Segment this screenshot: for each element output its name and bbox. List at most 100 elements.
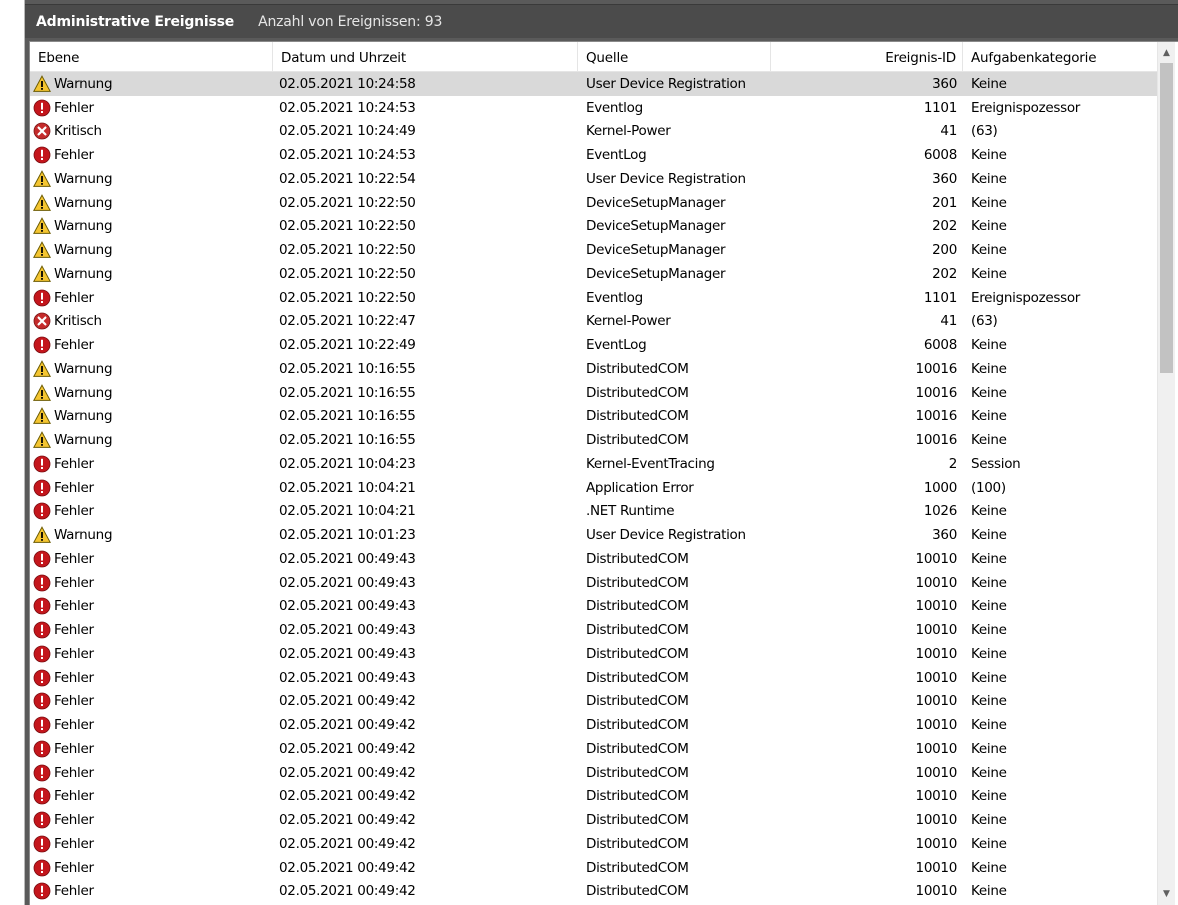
- cell-category: Keine: [971, 75, 1007, 92]
- table-row[interactable]: Warnung 02.05.2021 10:22:50 DeviceSetupMan…: [30, 238, 1157, 262]
- warning-icon: [33, 360, 51, 378]
- cell-source: DistributedCOM: [586, 432, 689, 449]
- cell-category: Keine: [971, 693, 1007, 710]
- table-row[interactable]: Fehler 02.05.2021 00:49:43 DistributedCOM 1…: [30, 595, 1157, 619]
- table-row[interactable]: Fehler 02.05.2021 00:49:42 DistributedCOM 1…: [30, 761, 1157, 785]
- cell-category: (100): [971, 479, 1006, 496]
- cell-category: (63): [971, 313, 998, 330]
- cell-category: Keine: [971, 574, 1007, 591]
- column-header-date[interactable]: Datum und Uhrzeit: [273, 42, 578, 72]
- cell-level: Warnung: [30, 75, 273, 93]
- table-row[interactable]: Fehler 02.05.2021 00:49:42 DistributedCOM 1…: [30, 737, 1157, 761]
- cell-category: Keine: [971, 645, 1007, 662]
- cell-date: 02.05.2021 00:49:43: [279, 598, 416, 615]
- table-row[interactable]: Warnung 02.05.2021 10:01:23 User Device Re…: [30, 523, 1157, 547]
- table-row[interactable]: Warnung 02.05.2021 10:22:50 DeviceSetupMan…: [30, 215, 1157, 239]
- level-label: Fehler: [54, 147, 94, 164]
- cell-level: Fehler: [30, 502, 273, 520]
- error-icon: [33, 597, 51, 615]
- error-icon: [33, 882, 51, 900]
- table-row[interactable]: Fehler 02.05.2021 10:24:53 EventLog 6008 Kei…: [30, 143, 1157, 167]
- column-header-level[interactable]: Ebene: [30, 42, 273, 72]
- level-label: Fehler: [54, 717, 94, 734]
- table-row[interactable]: Warnung 02.05.2021 10:16:55 DistributedCOM…: [30, 357, 1157, 381]
- level-label: Warnung: [54, 360, 113, 377]
- cell-source: EventLog: [586, 337, 647, 354]
- table-row[interactable]: Fehler 02.05.2021 10:22:50 Eventlog 1101 Ere…: [30, 286, 1157, 310]
- table-row[interactable]: Fehler 02.05.2021 00:49:43 DistributedCOM 1…: [30, 547, 1157, 571]
- cell-source: DistributedCOM: [586, 693, 689, 710]
- table-row[interactable]: Fehler 02.05.2021 00:49:42 DistributedCOM 1…: [30, 832, 1157, 856]
- table-row[interactable]: Fehler 02.05.2021 00:49:42 DistributedCOM 1…: [30, 880, 1157, 904]
- table-row[interactable]: Fehler 02.05.2021 00:49:43 DistributedCOM 1…: [30, 666, 1157, 690]
- table-row[interactable]: Fehler 02.05.2021 10:22:49 EventLog 6008 Kei…: [30, 333, 1157, 357]
- table-row[interactable]: Warnung 02.05.2021 10:22:54 User Device Re…: [30, 167, 1157, 191]
- cell-event-id: 360: [932, 75, 957, 92]
- level-label: Kritisch: [54, 313, 102, 330]
- error-icon: [33, 692, 51, 710]
- warning-icon: [33, 431, 51, 449]
- table-row[interactable]: Fehler 02.05.2021 00:49:42 DistributedCOM 1…: [30, 856, 1157, 880]
- cell-event-id: 10010: [915, 788, 958, 805]
- table-row[interactable]: Fehler 02.05.2021 00:49:42 DistributedCOM 1…: [30, 785, 1157, 809]
- scroll-down-icon[interactable]: ▼: [1158, 885, 1175, 902]
- panel-title-bar: Administrative Ereignisse Anzahl von Ere…: [25, 4, 1178, 38]
- cell-category: Keine: [971, 242, 1007, 259]
- cell-category: Keine: [971, 859, 1007, 876]
- cell-level: Fehler: [30, 550, 273, 568]
- cell-level: Fehler: [30, 787, 273, 805]
- cell-category: Keine: [971, 194, 1007, 211]
- error-icon: [33, 574, 51, 592]
- table-row[interactable]: Fehler 02.05.2021 10:04:21 Application Err…: [30, 476, 1157, 500]
- cell-event-id: 202: [932, 218, 957, 235]
- cell-category: Session: [971, 455, 1021, 472]
- table-row[interactable]: Warnung 02.05.2021 10:22:50 DeviceSetupMan…: [30, 262, 1157, 286]
- scrollbar-thumb[interactable]: [1160, 63, 1173, 373]
- cell-event-id: 10010: [915, 812, 958, 829]
- cell-event-id: 1101: [923, 289, 957, 306]
- cell-date: 02.05.2021 10:22:50: [279, 218, 416, 235]
- cell-level: Fehler: [30, 692, 273, 710]
- column-header-source[interactable]: Quelle: [578, 42, 771, 72]
- table-row[interactable]: Warnung 02.05.2021 10:24:58 User Device Re…: [30, 72, 1157, 96]
- cell-category: Keine: [971, 147, 1007, 164]
- table-row[interactable]: Warnung 02.05.2021 10:16:55 DistributedCOM…: [30, 381, 1157, 405]
- table-row[interactable]: Warnung 02.05.2021 10:16:55 DistributedCOM…: [30, 405, 1157, 429]
- cell-event-id: 1026: [923, 503, 957, 520]
- event-list[interactable]: Ebene Datum und Uhrzeit Quelle Ereignis-…: [29, 41, 1178, 905]
- cell-date: 02.05.2021 10:04:21: [279, 503, 416, 520]
- cell-category: Keine: [971, 883, 1007, 900]
- table-row[interactable]: Fehler 02.05.2021 00:49:42 DistributedCOM 1…: [30, 713, 1157, 737]
- cell-event-id: 10010: [915, 740, 958, 757]
- cell-date: 02.05.2021 00:49:42: [279, 764, 416, 781]
- cell-date: 02.05.2021 10:16:55: [279, 408, 416, 425]
- table-row[interactable]: Warnung 02.05.2021 10:22:50 DeviceSetupMan…: [30, 191, 1157, 215]
- cell-date: 02.05.2021 10:16:55: [279, 384, 416, 401]
- table-row[interactable]: Fehler 02.05.2021 00:49:42 DistributedCOM 1…: [30, 690, 1157, 714]
- level-label: Warnung: [54, 408, 113, 425]
- table-row[interactable]: Kritisch 02.05.2021 10:24:49 Kernel-Power 4…: [30, 120, 1157, 144]
- vertical-scrollbar[interactable]: ▲ ▼: [1157, 42, 1175, 905]
- table-row[interactable]: Fehler 02.05.2021 00:49:43 DistributedCOM 1…: [30, 642, 1157, 666]
- cell-level: Warnung: [30, 526, 273, 544]
- cell-date: 02.05.2021 10:24:58: [279, 75, 416, 92]
- table-row[interactable]: Fehler 02.05.2021 00:49:42 DistributedCOM 1…: [30, 808, 1157, 832]
- table-row[interactable]: Kritisch 02.05.2021 10:22:47 Kernel-Power 4…: [30, 310, 1157, 334]
- table-row[interactable]: Fehler 02.05.2021 00:49:43 DistributedCOM 1…: [30, 618, 1157, 642]
- scroll-up-icon[interactable]: ▲: [1158, 44, 1175, 61]
- cell-source: EventLog: [586, 147, 647, 164]
- cell-category: Keine: [971, 432, 1007, 449]
- table-row[interactable]: Fehler 02.05.2021 10:24:53 Eventlog 1101 Ere…: [30, 96, 1157, 120]
- table-row[interactable]: Warnung 02.05.2021 10:16:55 DistributedCOM…: [30, 428, 1157, 452]
- error-icon: [33, 669, 51, 687]
- cell-event-id: 10010: [915, 693, 958, 710]
- cell-level: Warnung: [30, 265, 273, 283]
- error-icon: [33, 289, 51, 307]
- table-row[interactable]: Fehler 02.05.2021 10:04:21 .NET Runtime 102…: [30, 500, 1157, 524]
- column-header-category[interactable]: Aufgabenkategorie: [963, 42, 1157, 72]
- column-header-event-id[interactable]: Ereignis-ID: [771, 42, 963, 72]
- cell-source: DistributedCOM: [586, 788, 689, 805]
- cell-date: 02.05.2021 00:49:42: [279, 835, 416, 852]
- table-row[interactable]: Fehler 02.05.2021 00:49:43 DistributedCOM 1…: [30, 571, 1157, 595]
- table-row[interactable]: Fehler 02.05.2021 10:04:23 Kernel-EventTra…: [30, 452, 1157, 476]
